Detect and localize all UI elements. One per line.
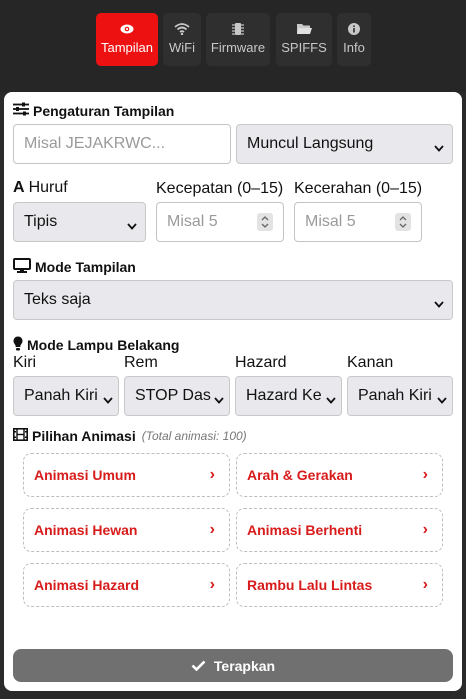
select-value: Hazard Ke xyxy=(246,387,322,404)
chevron-down-icon xyxy=(434,295,444,313)
right-lamp-select[interactable]: Panah Kiri xyxy=(347,376,453,416)
chevron-right-icon: › xyxy=(209,466,215,483)
button-label: Animasi Hazard xyxy=(34,577,140,593)
hazard-lamp-label: Hazard xyxy=(235,354,287,371)
brake-lamp-label: Rem xyxy=(124,354,158,371)
brake-lamp-select[interactable]: STOP Das xyxy=(124,376,230,416)
section-title: Mode Tampilan xyxy=(35,259,136,275)
monitor-icon xyxy=(13,258,31,276)
rear-lamp-heading: Mode Lampu Belakang xyxy=(13,336,179,354)
left-lamp-select[interactable]: Panah Kiri xyxy=(13,376,119,416)
chevron-down-icon xyxy=(326,391,336,409)
chevron-down-icon xyxy=(214,391,224,409)
select-value: Teks saja xyxy=(24,291,91,308)
select-value: Panah Kiri xyxy=(358,387,432,404)
chevron-down-icon xyxy=(103,391,113,409)
display-settings-heading: Pengaturan Tampilan xyxy=(13,102,174,119)
tab-label: Info xyxy=(343,40,365,55)
tab-info[interactable]: Info xyxy=(337,13,371,66)
select-value: Muncul Langsung xyxy=(247,135,374,152)
input-placeholder: Misal 5 xyxy=(305,213,356,230)
button-label: Rambu Lalu Lintas xyxy=(247,577,373,593)
lightbulb-icon xyxy=(13,336,23,354)
animation-category-button[interactable]: Animasi Berhenti › xyxy=(236,508,443,552)
chevron-right-icon: › xyxy=(209,576,215,593)
eye-icon xyxy=(120,13,134,37)
animation-category-button[interactable]: Animasi Umum › xyxy=(23,453,230,497)
display-text-input[interactable]: Misal JEJAKRWC... xyxy=(13,124,231,164)
display-mode-select[interactable]: Teks saja xyxy=(13,280,453,320)
display-mode-heading: Mode Tampilan xyxy=(13,258,136,276)
wifi-icon xyxy=(174,13,190,37)
chevron-down-icon xyxy=(434,139,444,157)
chevron-down-icon xyxy=(127,217,137,235)
button-label: Animasi Hewan xyxy=(34,522,138,538)
button-label: Arah & Gerakan xyxy=(247,467,353,483)
top-nav-bar: Tampilan WiFi Firmware SPIFFS Info xyxy=(0,0,466,92)
section-title: Pilihan Animasi xyxy=(32,428,136,444)
button-label: Animasi Berhenti xyxy=(247,522,363,538)
tab-label: Tampilan xyxy=(100,40,154,55)
animation-heading: Pilihan Animasi (Total animasi: 100) xyxy=(13,428,247,444)
chevron-right-icon: › xyxy=(422,576,428,593)
number-spinner[interactable] xyxy=(395,213,411,231)
film-icon xyxy=(13,428,28,444)
tab-label: Firmware xyxy=(210,40,266,55)
select-value: Tipis xyxy=(24,213,58,230)
font-select[interactable]: Tipis xyxy=(13,202,146,242)
speed-label: Kecepatan (0–15) xyxy=(156,180,284,197)
speed-input[interactable]: Misal 5 xyxy=(156,202,284,242)
select-value: Panah Kiri xyxy=(24,387,98,404)
sliders-icon xyxy=(13,102,29,119)
chevron-down-icon xyxy=(437,391,447,409)
brightness-input[interactable]: Misal 5 xyxy=(294,202,422,242)
animation-category-button[interactable]: Rambu Lalu Lintas › xyxy=(236,563,443,607)
hazard-lamp-select[interactable]: Hazard Ke xyxy=(235,376,342,416)
button-label: Animasi Umum xyxy=(34,467,136,483)
animation-total: (Total animasi: 100) xyxy=(141,429,247,443)
section-title: Pengaturan Tampilan xyxy=(33,102,175,119)
input-placeholder: Misal 5 xyxy=(167,213,218,230)
section-title: Mode Lampu Belakang xyxy=(27,337,180,353)
tab-spiffs[interactable]: SPIFFS xyxy=(276,13,332,66)
tab-label: WiFi xyxy=(169,40,195,55)
font-icon: A xyxy=(13,179,25,196)
brightness-label: Kecerahan (0–15) xyxy=(294,180,423,197)
tab-wifi[interactable]: WiFi xyxy=(163,13,201,66)
font-label-group: A Huruf xyxy=(13,179,68,197)
apply-button[interactable]: Terapkan xyxy=(13,649,453,682)
font-label: Huruf xyxy=(28,179,68,196)
chevron-right-icon: › xyxy=(422,521,428,538)
tab-label: SPIFFS xyxy=(281,40,327,55)
effect-select[interactable]: Muncul Langsung xyxy=(236,124,453,164)
animation-category-button[interactable]: Animasi Hazard › xyxy=(23,563,230,607)
input-placeholder: Misal JEJAKRWC... xyxy=(24,135,166,152)
number-spinner[interactable] xyxy=(257,213,273,231)
chevron-right-icon: › xyxy=(422,466,428,483)
animation-category-button[interactable]: Arah & Gerakan › xyxy=(236,453,443,497)
folder-icon xyxy=(296,13,312,37)
right-lamp-label: Kanan xyxy=(347,354,394,371)
check-icon xyxy=(191,658,206,674)
select-value: STOP Das xyxy=(135,387,211,404)
tab-tampilan[interactable]: Tampilan xyxy=(96,13,158,66)
tab-firmware[interactable]: Firmware xyxy=(206,13,270,66)
animation-category-button[interactable]: Animasi Hewan › xyxy=(23,508,230,552)
apply-label: Terapkan xyxy=(213,657,276,674)
left-lamp-label: Kiri xyxy=(13,354,37,371)
info-icon xyxy=(348,13,360,37)
chip-icon xyxy=(232,13,244,37)
chevron-right-icon: › xyxy=(209,521,215,538)
